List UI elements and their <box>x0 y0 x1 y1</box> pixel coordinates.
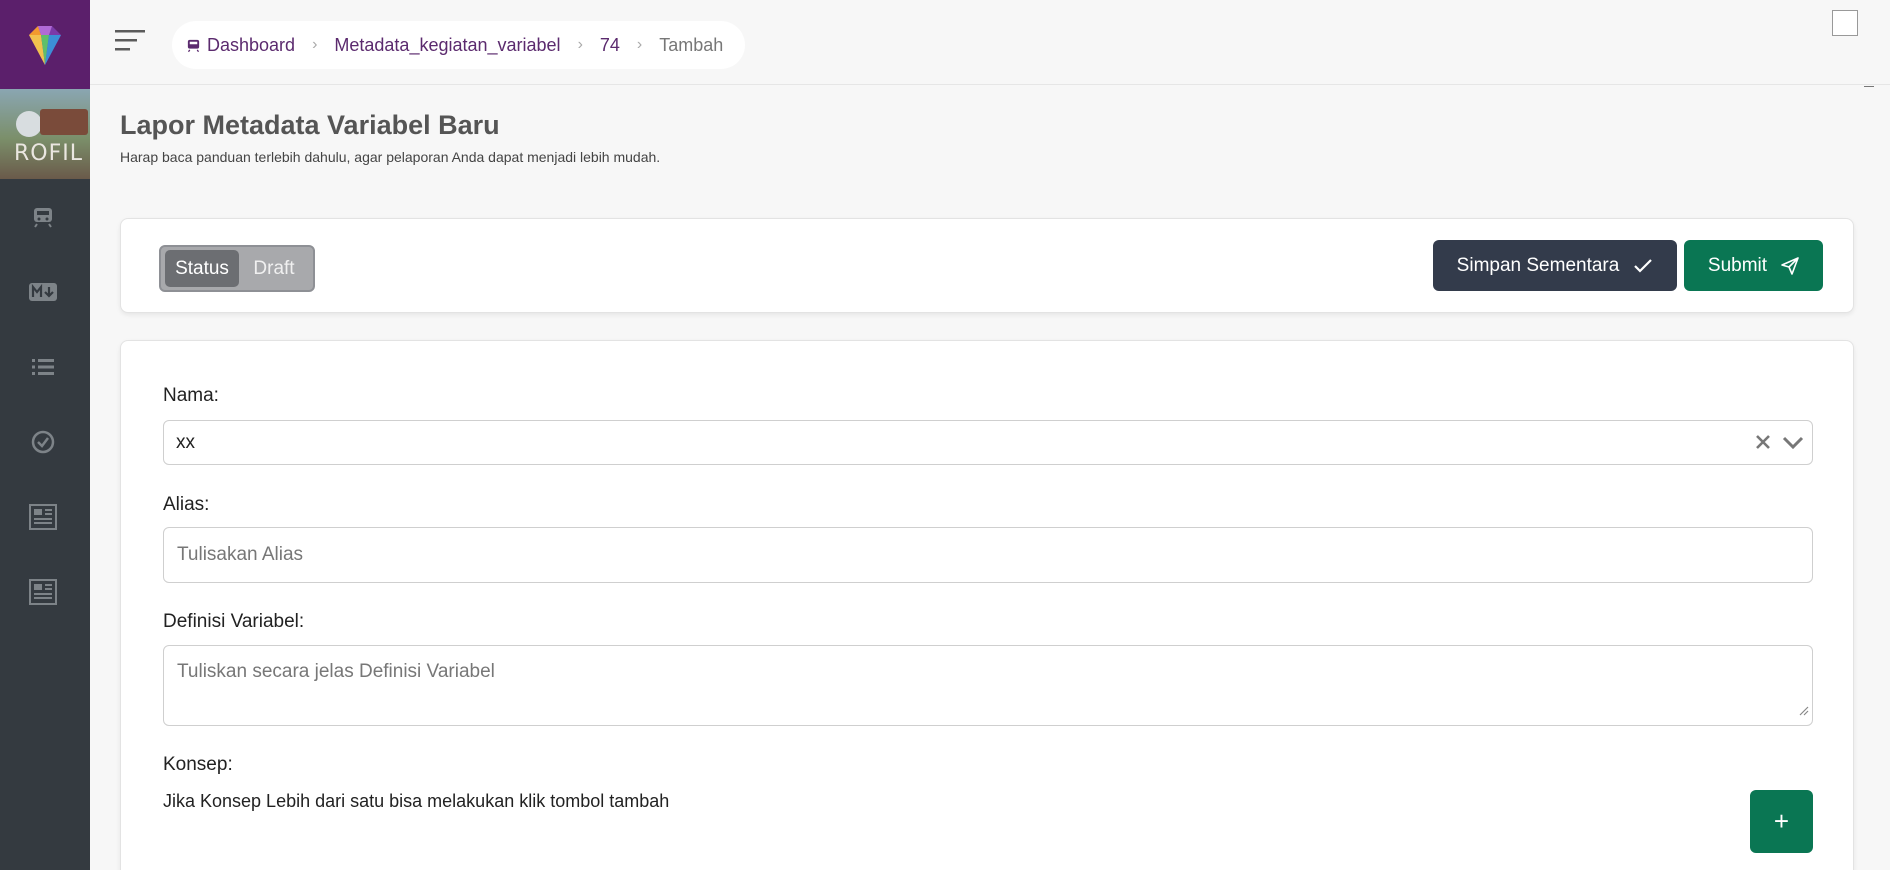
menu-toggle-icon[interactable] <box>115 30 147 54</box>
train-icon[interactable] <box>27 201 59 233</box>
status-actions-card: Status Draft Simpan Sementara Submit <box>120 218 1854 313</box>
page-title: Lapor Metadata Variabel Baru <box>120 110 500 140</box>
list-icon[interactable] <box>27 351 59 383</box>
definisi-textarea[interactable]: Tuliskan secara jelas Definisi Variabel <box>163 645 1813 726</box>
resize-handle-icon[interactable] <box>1797 700 1809 722</box>
save-draft-label: Simpan Sementara <box>1456 254 1620 276</box>
header-divider <box>90 84 1890 85</box>
form-card: Nama: xx Alias: Tulisakan Alias Definisi… <box>120 340 1854 870</box>
add-konsep-button[interactable]: + <box>1750 790 1813 853</box>
avatar[interactable] <box>1832 10 1858 36</box>
toggle-status-option[interactable]: Status <box>165 250 239 287</box>
breadcrumb-current: Tambah <box>659 34 724 55</box>
markdown-icon[interactable] <box>27 276 59 308</box>
breadcrumb: Dashboard › Metadata_kegiatan_variabel ›… <box>172 21 746 69</box>
breadcrumb-id[interactable]: 74 <box>600 35 620 56</box>
submit-button[interactable]: Submit <box>1684 240 1823 291</box>
definisi-placeholder: Tuliskan secara jelas Definisi Variabel <box>177 661 495 682</box>
konsep-note: Jika Konsep Lebih dari satu bisa melakuk… <box>163 791 670 811</box>
save-draft-button[interactable]: Simpan Sementara <box>1433 240 1677 291</box>
chevron-right-icon: › <box>312 36 318 53</box>
breadcrumb-metadata[interactable]: Metadata_kegiatan_variabel <box>334 35 560 56</box>
submit-label: Submit <box>1707 254 1768 276</box>
check-circle-icon[interactable] <box>27 426 59 458</box>
train-icon <box>186 38 201 53</box>
nama-select[interactable]: xx <box>163 420 1813 465</box>
app-logo[interactable] <box>0 0 90 89</box>
alias-label: Alias: <box>163 494 210 515</box>
page-subtitle: Harap baca panduan terlebih dahulu, agar… <box>120 149 661 165</box>
gem-logo-icon <box>29 25 61 65</box>
nama-label: Nama: <box>163 385 219 406</box>
sidebar-banner: ROFIL <box>0 89 90 179</box>
breadcrumb-dashboard[interactable]: Dashboard <box>207 35 295 56</box>
newspaper-icon[interactable] <box>27 576 59 608</box>
konsep-label: Konsep: <box>163 754 233 775</box>
avatar-menu-indicator[interactable] <box>1864 86 1874 87</box>
banner-text: ROFIL <box>14 141 84 166</box>
banner-dome <box>16 111 42 137</box>
banner-roof <box>40 109 88 135</box>
chevron-right-icon: › <box>636 36 643 53</box>
definisi-label: Definisi Variabel: <box>163 611 305 632</box>
chevron-right-icon: › <box>577 36 583 53</box>
sidebar: ROFIL <box>0 0 90 870</box>
check-icon <box>1634 258 1653 273</box>
alias-input[interactable]: Tulisakan Alias <box>163 527 1813 583</box>
nama-select-value: xx <box>176 432 195 453</box>
send-icon <box>1781 256 1799 275</box>
clear-icon[interactable] <box>1754 433 1772 457</box>
status-toggle[interactable]: Status Draft <box>159 245 315 292</box>
toggle-draft-option[interactable]: Draft <box>239 250 309 287</box>
newspaper-icon[interactable] <box>27 501 59 533</box>
chevron-down-icon[interactable] <box>1782 433 1804 457</box>
